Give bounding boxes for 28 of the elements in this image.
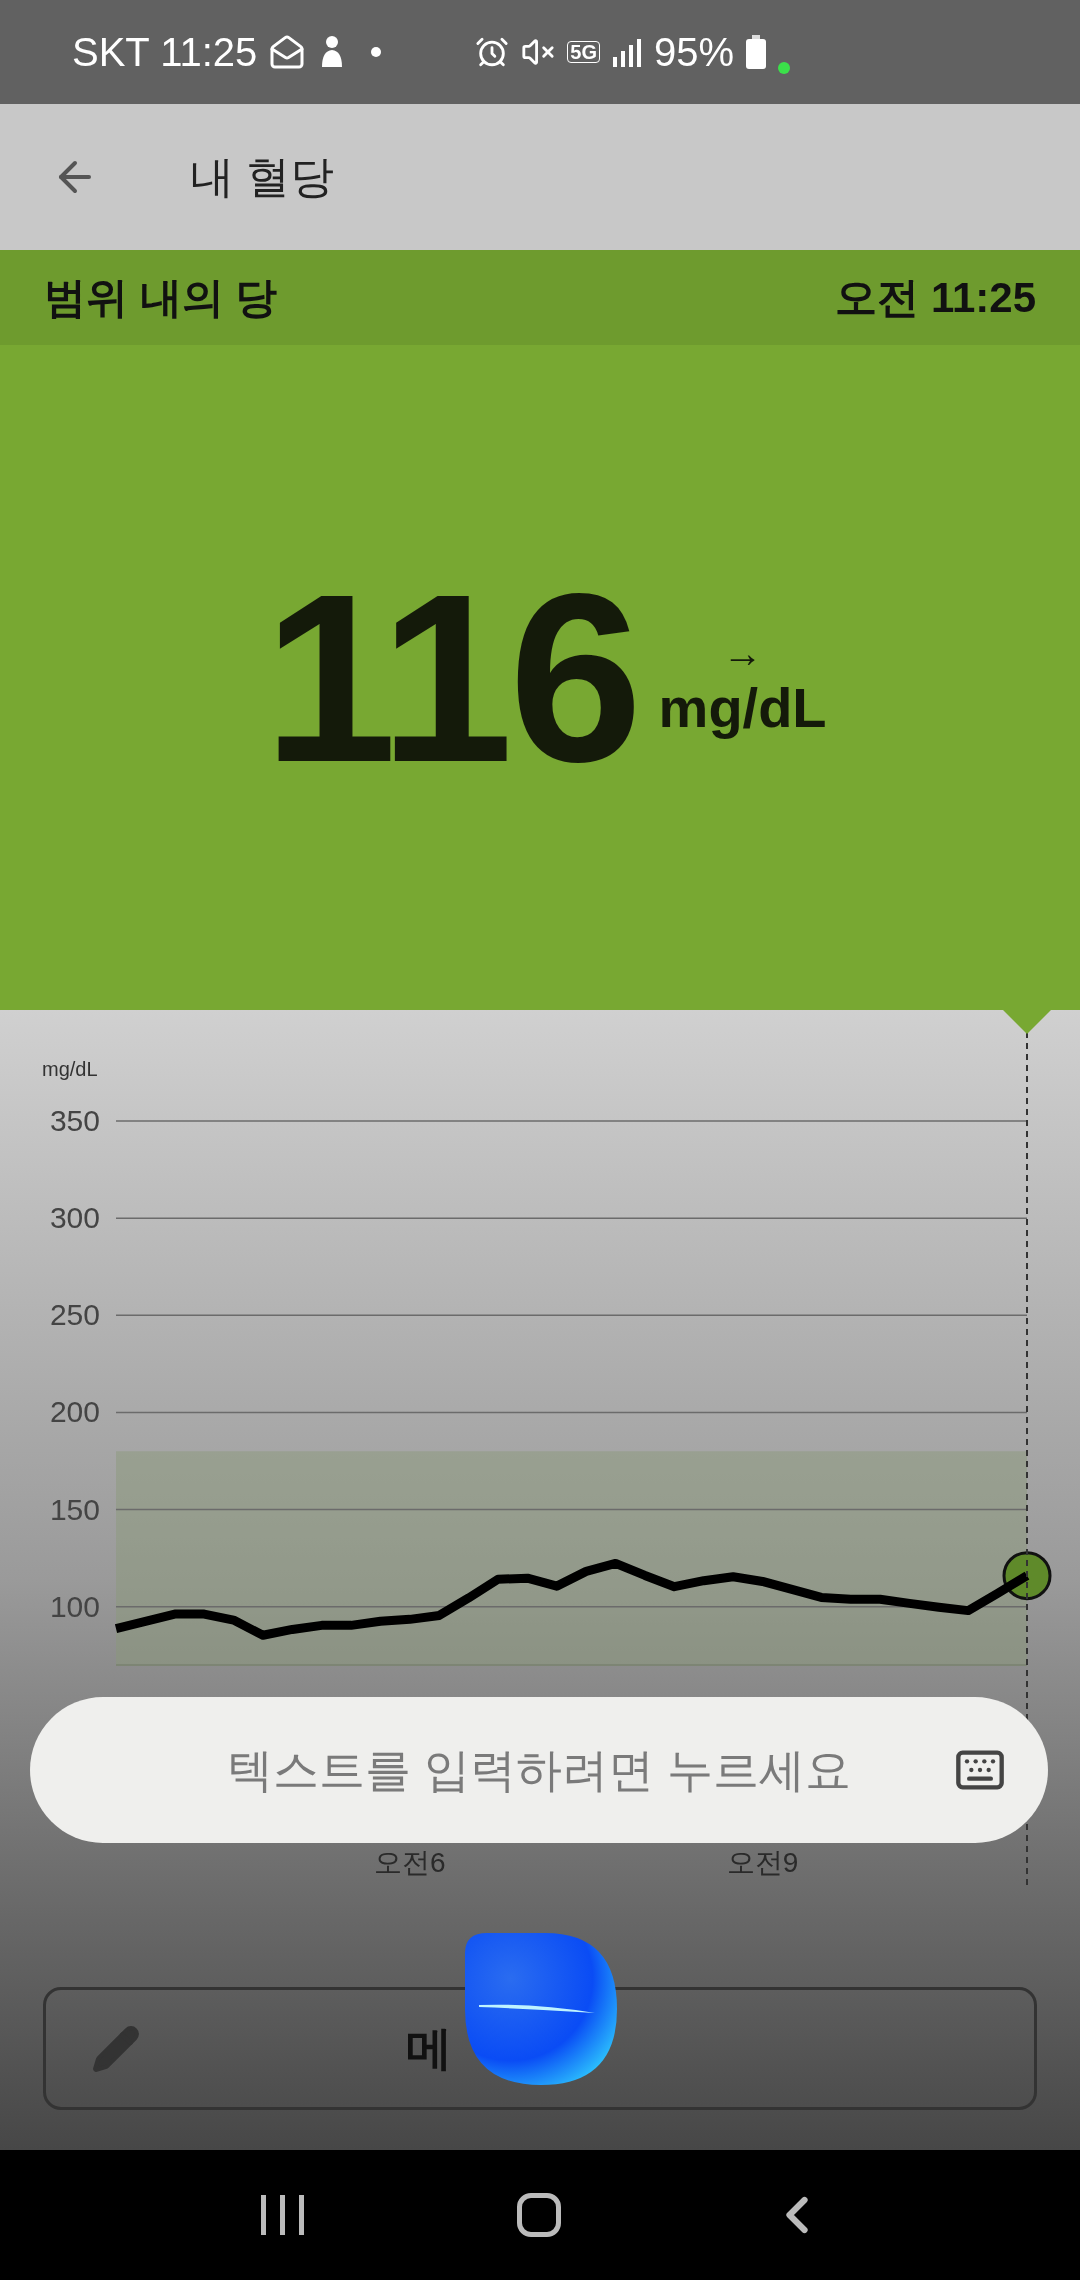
voice-assistant-icon[interactable] (465, 1933, 617, 2085)
y-axis-label: 250 (49, 1298, 100, 1332)
reading-time: 오전 11:25 (835, 273, 1036, 323)
home-button[interactable] (517, 2193, 562, 2237)
y-axis-label: 200 (49, 1395, 100, 1429)
axis-unit-label: mg/dL (42, 1058, 98, 1080)
signal-icon (612, 37, 643, 67)
range-status: 범위 내의 당 (44, 273, 278, 323)
network-label: 5G (567, 41, 601, 63)
alarm-icon (475, 35, 510, 69)
add-note-button[interactable]: 메 (43, 1987, 1037, 2110)
x-axis-label: 오전6 (374, 1847, 446, 1878)
battery-percent: 95% (654, 29, 735, 76)
page-title: 내 혈당 (190, 151, 335, 203)
y-axis-label: 150 (49, 1492, 100, 1526)
battery-icon (746, 35, 767, 69)
y-axis-label: 350 (49, 1104, 100, 1137)
trend-arrow: → (722, 632, 763, 673)
pencil-icon (91, 2023, 141, 2074)
carrier-time: SKT 11:25 (72, 29, 258, 76)
glucose-value: 116 (263, 557, 639, 798)
y-axis-label: 300 (49, 1201, 100, 1235)
glucose-unit: mg/dL (658, 674, 827, 741)
current-reading-dot (1002, 1551, 1052, 1601)
text-input-field[interactable]: 텍스트를 입력하려면 누르세요 (30, 1697, 1048, 1843)
mail-icon (269, 34, 306, 70)
y-axis-label: 100 (49, 1589, 100, 1623)
x-axis-label: 오전9 (726, 1847, 799, 1878)
